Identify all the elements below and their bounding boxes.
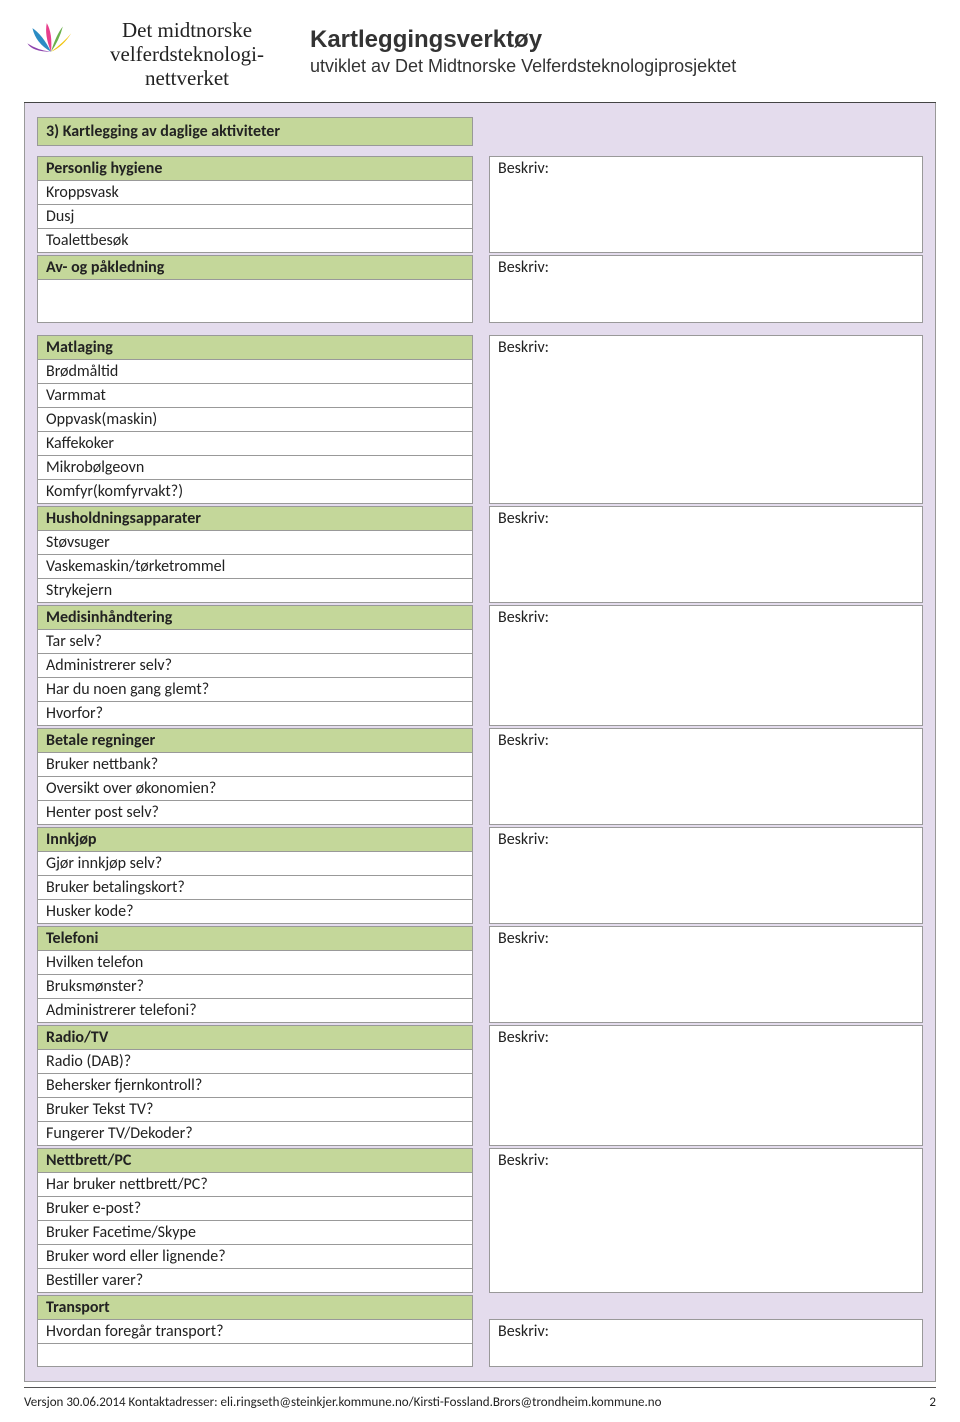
describe-box[interactable]: Beskriv:: [489, 1025, 923, 1146]
describe-box[interactable]: Beskriv:: [489, 506, 923, 603]
item: Strykejern: [37, 578, 473, 603]
group-appliances: Husholdningsapparater Støvsuger Vaskemas…: [37, 506, 923, 603]
group-title-medicine: Medisinhåndtering: [37, 605, 473, 630]
describe-box[interactable]: Beskriv:: [489, 827, 923, 924]
item: Bruker betalingskort?: [37, 875, 473, 900]
item: Har du noen gang glemt?: [37, 677, 473, 702]
item: Husker kode?: [37, 899, 473, 924]
item: Toalettbesøk: [37, 228, 473, 253]
document-header: Det midtnorske velferdsteknologi- nettve…: [24, 18, 936, 90]
item: Støvsuger: [37, 530, 473, 555]
item: Fungerer TV/Dekoder?: [37, 1121, 473, 1146]
item: Mikrobølgeovn: [37, 455, 473, 480]
org-line3: nettverket: [92, 66, 282, 90]
group-radio: Radio/TV Radio (DAB)? Behersker fjernkon…: [37, 1025, 923, 1146]
describe-box[interactable]: Beskriv:: [489, 1319, 923, 1367]
group-title-radio: Radio/TV: [37, 1025, 473, 1050]
group-bills: Betale regninger Bruker nettbank? Oversi…: [37, 728, 923, 825]
org-line2: velferdsteknologi-: [92, 42, 282, 66]
transport-input[interactable]: [37, 1343, 473, 1367]
group-title-cooking: Matlaging: [37, 335, 473, 360]
item: Bestiller varer?: [37, 1268, 473, 1293]
item: Vaskemaskin/tørketrommel: [37, 554, 473, 579]
group-title-appliances: Husholdningsapparater: [37, 506, 473, 531]
group-medicine: Medisinhåndtering Tar selv? Administrere…: [37, 605, 923, 726]
item: Kroppsvask: [37, 180, 473, 205]
item: Dusj: [37, 204, 473, 229]
item: Hvordan foregår transport?: [37, 1319, 473, 1344]
item: Varmmat: [37, 383, 473, 408]
document-title: Kartleggingsverktøy: [310, 26, 736, 54]
item: Oversikt over økonomien?: [37, 776, 473, 801]
group-phone: Telefoni Hvilken telefon Bruksmønster? A…: [37, 926, 923, 1023]
describe-box[interactable]: Beskriv:: [489, 926, 923, 1023]
footer-version: Versjon 30.06.2014 Kontaktadresser: eli.…: [24, 1395, 661, 1410]
item: Gjør innkjøp selv?: [37, 851, 473, 876]
group-hygiene: Personlig hygiene Kroppsvask Dusj Toalet…: [37, 156, 923, 253]
footer-divider: [24, 1387, 936, 1388]
describe-box[interactable]: Beskriv:: [489, 255, 923, 323]
form-frame: 3) Kartlegging av daglige aktiviteter Pe…: [24, 103, 936, 1382]
describe-box[interactable]: Beskriv:: [489, 156, 923, 253]
item: Bruker Facetime/Skype: [37, 1220, 473, 1245]
item: Bruker word eller lignende?: [37, 1244, 473, 1269]
group-title-shopping: Innkjøp: [37, 827, 473, 852]
group-title-tablet: Nettbrett/PC: [37, 1148, 473, 1173]
item: Administrerer selv?: [37, 653, 473, 678]
item: Hvilken telefon: [37, 950, 473, 975]
title-block: Kartleggingsverktøy utviklet av Det Midt…: [310, 18, 736, 77]
group-shopping: Innkjøp Gjør innkjøp selv? Bruker betali…: [37, 827, 923, 924]
item: Bruker nettbank?: [37, 752, 473, 777]
group-title-phone: Telefoni: [37, 926, 473, 951]
page: Det midtnorske velferdsteknologi- nettve…: [0, 0, 960, 1422]
group-title-dressing: Av- og påkledning: [37, 255, 473, 280]
item: Henter post selv?: [37, 800, 473, 825]
page-number: 2: [929, 1395, 936, 1410]
item: Har bruker nettbrett/PC?: [37, 1172, 473, 1197]
describe-box[interactable]: Beskriv:: [489, 728, 923, 825]
item: Kaffekoker: [37, 431, 473, 456]
describe-box[interactable]: Beskriv:: [489, 605, 923, 726]
org-name: Det midtnorske velferdsteknologi- nettve…: [92, 18, 282, 90]
logo-icon: [24, 18, 78, 72]
describe-box[interactable]: Beskriv:: [489, 335, 923, 504]
item: Brødmåltid: [37, 359, 473, 384]
item: Bruker e-post?: [37, 1196, 473, 1221]
item: Bruker Tekst TV?: [37, 1097, 473, 1122]
item: Oppvask(maskin): [37, 407, 473, 432]
item: Hvorfor?: [37, 701, 473, 726]
group-tablet: Nettbrett/PC Har bruker nettbrett/PC? Br…: [37, 1148, 923, 1293]
group-transport: Transport Hvordan foregår transport? Bes…: [37, 1295, 923, 1367]
group-dressing: Av- og påkledning Beskriv:: [37, 255, 923, 323]
item: Bruksmønster?: [37, 974, 473, 999]
document-subtitle: utviklet av Det Midtnorske Velferdstekno…: [310, 56, 736, 77]
group-title-hygiene: Personlig hygiene: [37, 156, 473, 181]
item: Administrerer telefoni?: [37, 998, 473, 1023]
org-line1: Det midtnorske: [92, 18, 282, 42]
item: Tar selv?: [37, 629, 473, 654]
group-title-transport: Transport: [37, 1295, 473, 1320]
group-cooking: Matlaging Brødmåltid Varmmat Oppvask(mas…: [37, 335, 923, 504]
describe-box[interactable]: Beskriv:: [489, 1148, 923, 1293]
group-title-bills: Betale regninger: [37, 728, 473, 753]
item: Komfyr(komfyrvakt?): [37, 479, 473, 504]
item: Behersker fjernkontroll?: [37, 1073, 473, 1098]
section-heading: 3) Kartlegging av daglige aktiviteter: [37, 117, 473, 146]
dressing-input[interactable]: [37, 279, 473, 323]
footer: Versjon 30.06.2014 Kontaktadresser: eli.…: [24, 1395, 936, 1410]
item: Radio (DAB)?: [37, 1049, 473, 1074]
